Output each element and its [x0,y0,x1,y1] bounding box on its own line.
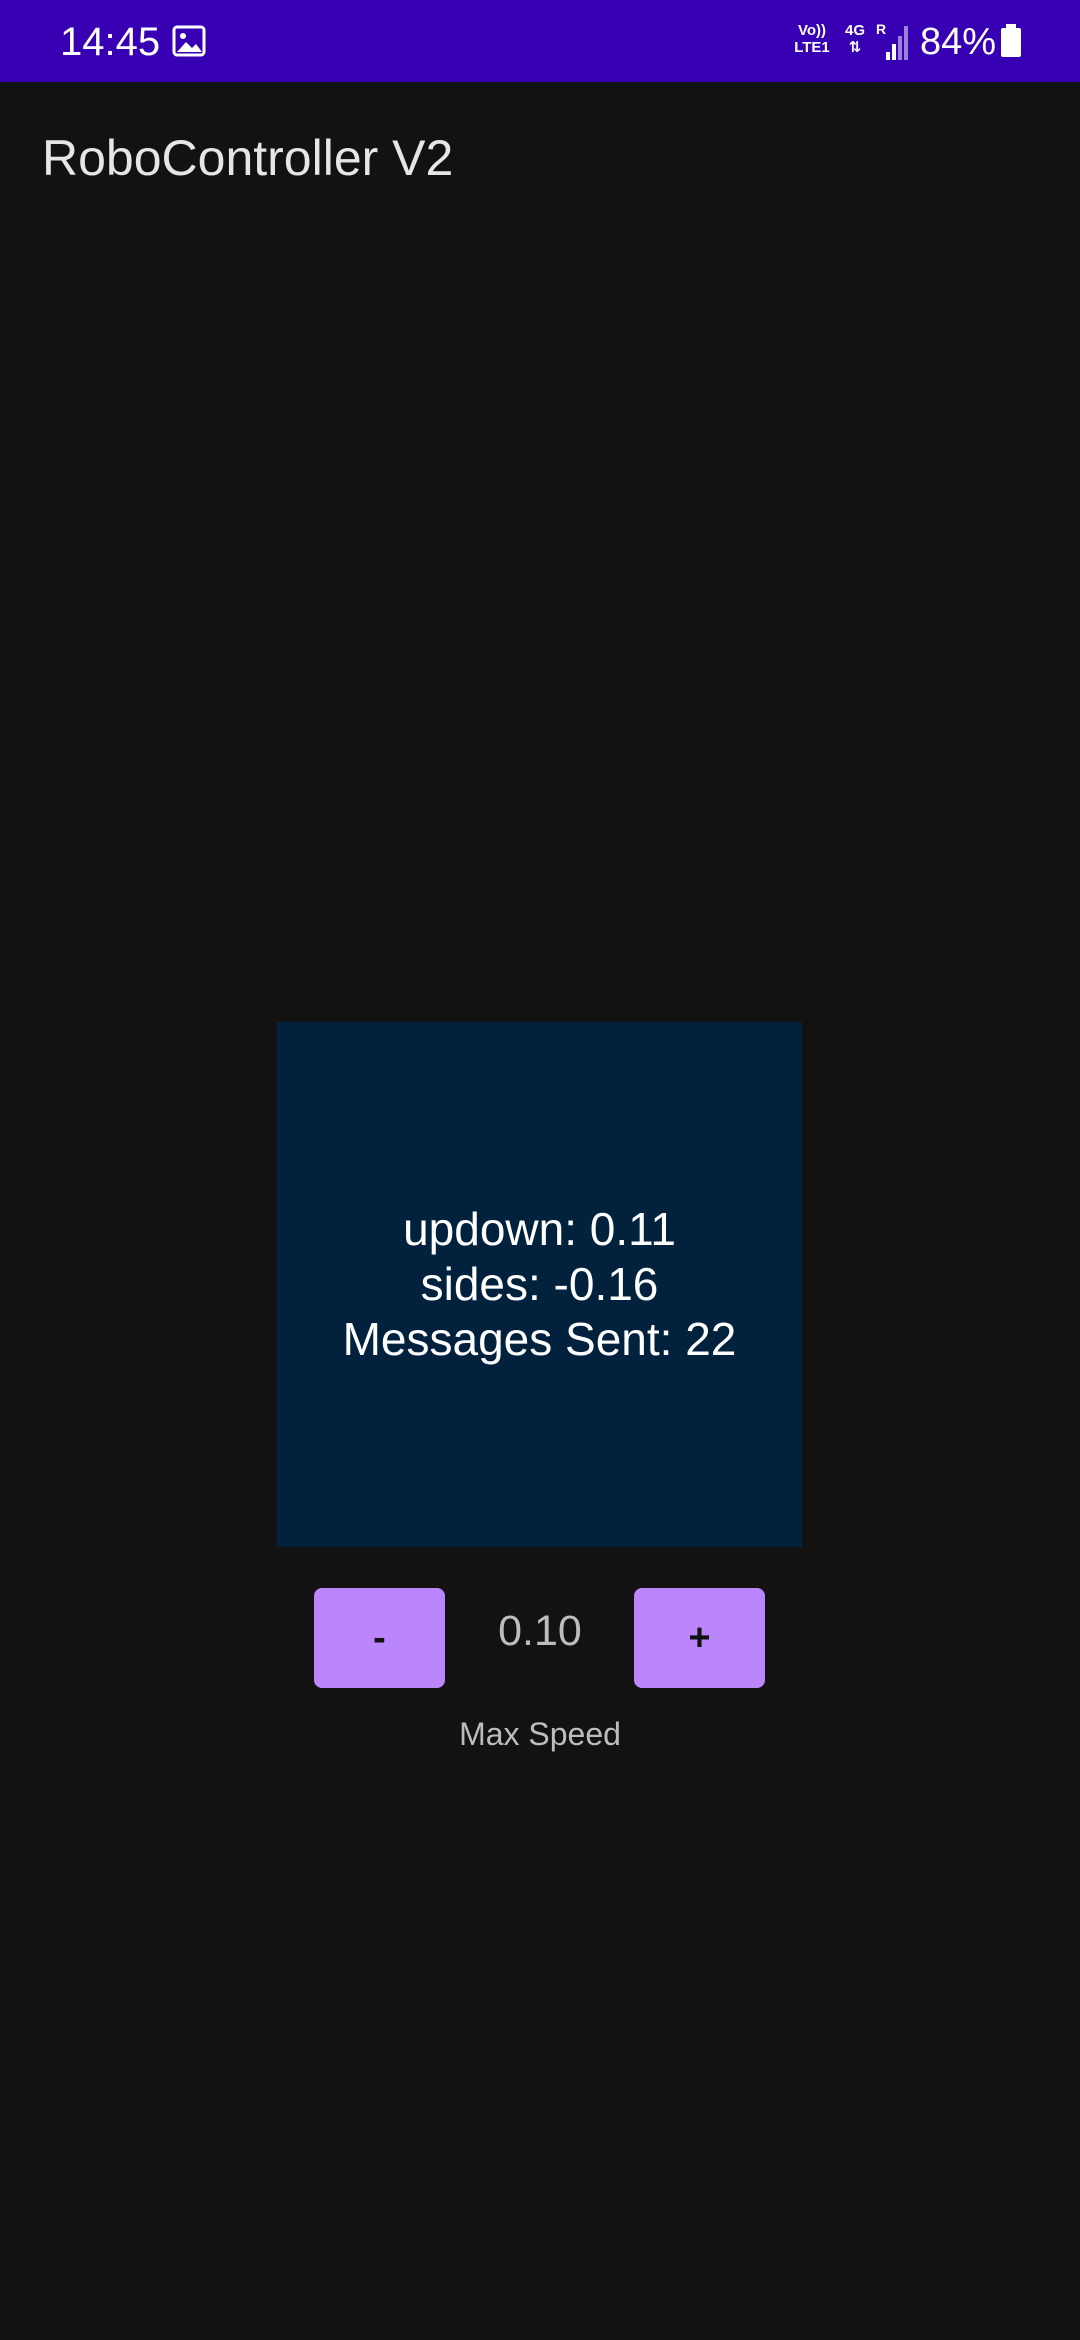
max-speed-value: 0.10 [498,1607,582,1655]
volte-bottom-label: LTE1 [794,39,830,56]
app-title: RoboController V2 [42,130,454,186]
messages-sent-readout: Messages Sent: 22 [342,1313,737,1365]
battery-percent: 84% [920,21,997,63]
signal-strength-icon: R [876,22,908,60]
data-arrows-icon: ⇅ [848,39,862,56]
network-type-icon: 4G ⇅ [840,22,870,62]
sides-readout: sides: -0.16 [420,1258,659,1310]
status-bar: 14:45 Vo)) LTE1 4G ⇅ R 84% [0,0,1080,82]
joystick-pad[interactable]: updown: 0.11 sides: -0.16 Messages Sent:… [277,1022,802,1547]
increase-speed-button[interactable]: + [634,1588,765,1688]
decrease-speed-button[interactable]: - [314,1588,445,1688]
volte-top-label: Vo)) [797,22,827,39]
max-speed-label: Max Speed [459,1716,621,1752]
roaming-label: R [876,22,886,37]
battery-icon [1001,24,1021,57]
status-time: 14:45 [60,20,161,64]
updown-readout: updown: 0.11 [403,1203,676,1255]
gallery-notification-icon [172,25,206,57]
network-type-label: 4G [844,22,865,39]
volte-icon: Vo)) LTE1 [790,22,834,62]
screen: 14:45 Vo)) LTE1 4G ⇅ R 84% RoboControlle… [0,0,1080,2340]
